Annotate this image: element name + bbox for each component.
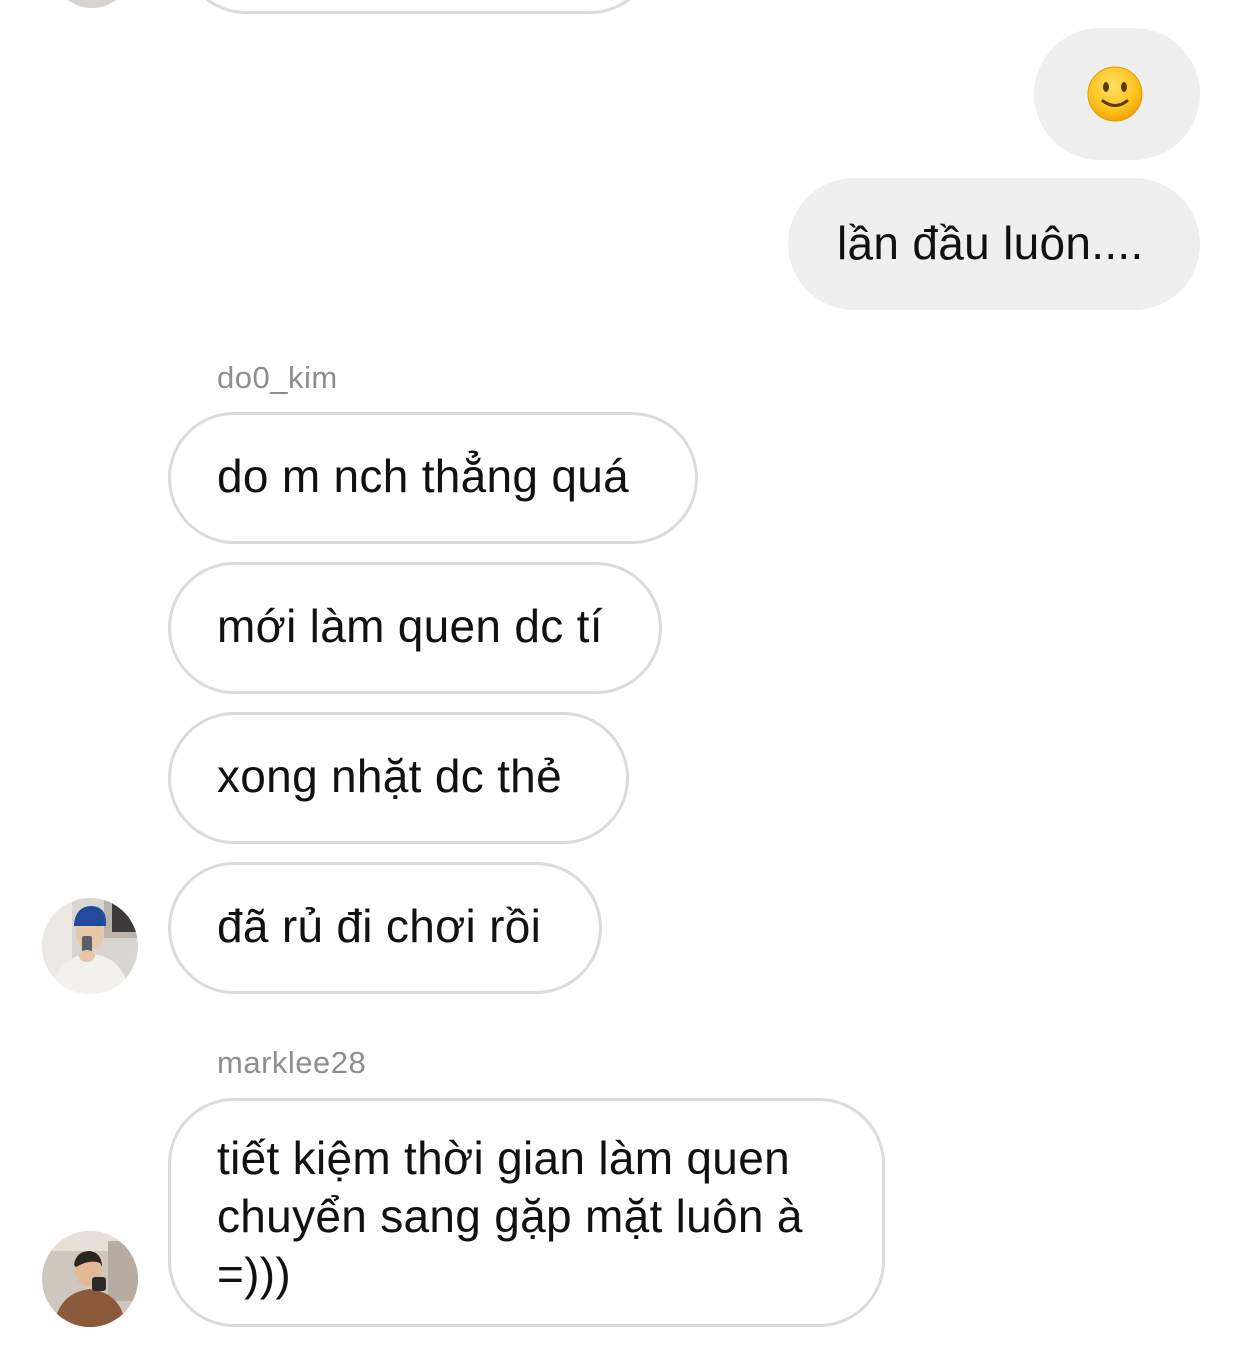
message-bubble-incoming[interactable] [180, 0, 656, 14]
message-text: do m nch thẳng quá [217, 450, 630, 502]
message-bubble-incoming[interactable]: đã rủ đi chơi rồi [168, 862, 602, 994]
message-text: đã rủ đi chơi rồi [217, 900, 542, 952]
sender-username[interactable]: marklee28 [217, 1045, 366, 1081]
slightly-smiling-face-icon [1087, 66, 1143, 122]
sender-avatar[interactable] [42, 1231, 138, 1327]
message-text-line: chuyển sang gặp mặt luôn à [217, 1190, 803, 1242]
avatar-photo [42, 1231, 138, 1327]
message-bubble-outgoing-emoji[interactable] [1034, 28, 1200, 160]
message-bubble-incoming[interactable]: xong nhặt dc thẻ [168, 712, 629, 844]
message-bubble-outgoing[interactable]: lần đầu luôn.... [788, 178, 1200, 310]
message-text: lần đầu luôn.... [837, 217, 1144, 269]
message-text: mới làm quen dc tí [217, 600, 603, 652]
sender-username[interactable]: do0_kim [217, 360, 338, 396]
message-text: xong nhặt dc thẻ [217, 750, 562, 802]
message-text-line: tiết kiệm thời gian làm quen [217, 1132, 790, 1184]
avatar-photo [42, 898, 138, 994]
message-bubble-incoming[interactable]: tiết kiệm thời gian làm quen chuyển sang… [168, 1098, 885, 1327]
sender-avatar[interactable] [42, 898, 138, 994]
message-bubble-incoming[interactable]: do m nch thẳng quá [168, 412, 698, 544]
avatar[interactable] [52, 0, 132, 8]
message-text-line: =))) [217, 1248, 292, 1300]
message-bubble-incoming[interactable]: mới làm quen dc tí [168, 562, 662, 694]
